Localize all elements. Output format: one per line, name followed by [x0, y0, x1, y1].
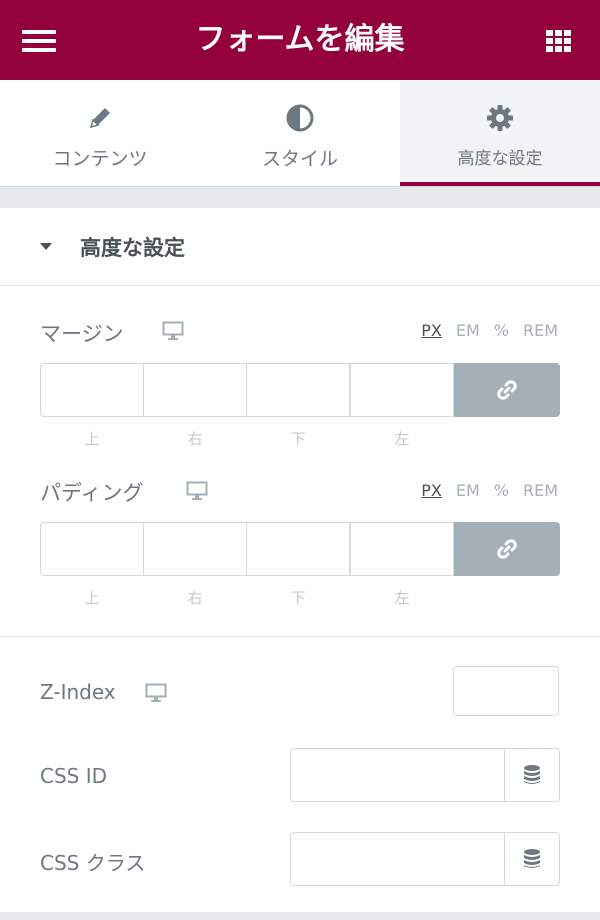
- desktop-monitor-icon[interactable]: [162, 321, 184, 341]
- tab-content[interactable]: コンテンツ: [0, 80, 200, 186]
- margin-link-button[interactable]: [454, 363, 560, 417]
- database-icon: [524, 765, 540, 784]
- panel-title: フォームを編集: [195, 22, 405, 57]
- section-toggle-advanced[interactable]: 高度な設定: [0, 208, 600, 286]
- pencil-icon: [89, 108, 110, 129]
- margin-top-label: 上: [84, 430, 100, 448]
- hamburger-menu-icon[interactable]: [22, 28, 56, 54]
- padding-left-input[interactable]: [350, 522, 454, 576]
- padding-bottom-input[interactable]: [246, 522, 350, 576]
- zindex-label: Z-Index: [40, 680, 116, 704]
- caret-down-icon: [40, 243, 52, 250]
- css-class-label: CSS クラス: [40, 851, 146, 875]
- unit-rem[interactable]: REM: [523, 321, 558, 340]
- tab-advanced[interactable]: 高度な設定: [400, 80, 600, 186]
- zindex-input[interactable]: [453, 666, 559, 716]
- gear-icon: [487, 105, 513, 131]
- margin-top-input[interactable]: [40, 363, 144, 417]
- unit-em[interactable]: EM: [456, 321, 480, 340]
- padding-right-input[interactable]: [143, 522, 247, 576]
- section-divider: [0, 636, 600, 637]
- padding-top-label: 上: [84, 589, 100, 607]
- margin-bottom-input[interactable]: [246, 363, 350, 417]
- css-class-dynamic-button[interactable]: [504, 832, 560, 886]
- unit-rem[interactable]: REM: [523, 481, 558, 500]
- padding-bottom-label: 下: [290, 589, 306, 607]
- margin-right-input[interactable]: [143, 363, 247, 417]
- margin-left-label: 左: [394, 430, 410, 448]
- tab-style-label: スタイル: [261, 148, 338, 170]
- css-class-input[interactable]: [290, 832, 505, 886]
- unit-percent[interactable]: %: [494, 481, 509, 500]
- padding-label: パディング: [40, 481, 144, 505]
- padding-unit-switcher: PX EM% REM: [407, 481, 558, 500]
- widgets-grid-icon[interactable]: [546, 30, 572, 52]
- unit-px[interactable]: PX: [421, 321, 442, 340]
- tab-bar: コンテンツ スタイル 高度な設定: [0, 80, 600, 186]
- margin-bottom-label: 下: [290, 430, 306, 448]
- tab-advanced-label: 高度な設定: [457, 149, 543, 169]
- margin-unit-switcher: PX EM% REM: [407, 321, 558, 340]
- tab-style[interactable]: スタイル: [200, 80, 400, 186]
- database-icon: [524, 849, 540, 868]
- desktop-monitor-icon[interactable]: [186, 481, 208, 501]
- css-id-label: CSS ID: [40, 764, 108, 788]
- section-title: 高度な設定: [80, 236, 185, 260]
- margin-label: マージン: [40, 322, 124, 346]
- divider-band: [0, 186, 600, 208]
- tab-content-label: コンテンツ: [52, 148, 148, 170]
- link-icon: [497, 539, 517, 559]
- unit-px[interactable]: PX: [421, 481, 442, 500]
- desktop-monitor-icon[interactable]: [145, 683, 167, 703]
- padding-top-input[interactable]: [40, 522, 144, 576]
- panel-header: フォームを編集: [0, 0, 600, 80]
- margin-dimensions: [40, 363, 560, 417]
- css-id-input[interactable]: [290, 748, 505, 802]
- unit-percent[interactable]: %: [494, 321, 509, 340]
- padding-dimensions: [40, 522, 560, 576]
- link-icon: [497, 380, 517, 400]
- contrast-icon: [286, 104, 314, 132]
- bottom-band: [0, 912, 600, 920]
- unit-em[interactable]: EM: [456, 481, 480, 500]
- padding-left-label: 左: [394, 589, 410, 607]
- margin-left-input[interactable]: [350, 363, 454, 417]
- padding-right-label: 右: [187, 589, 203, 607]
- css-id-dynamic-button[interactable]: [504, 748, 560, 802]
- padding-link-button[interactable]: [454, 522, 560, 576]
- margin-right-label: 右: [187, 430, 203, 448]
